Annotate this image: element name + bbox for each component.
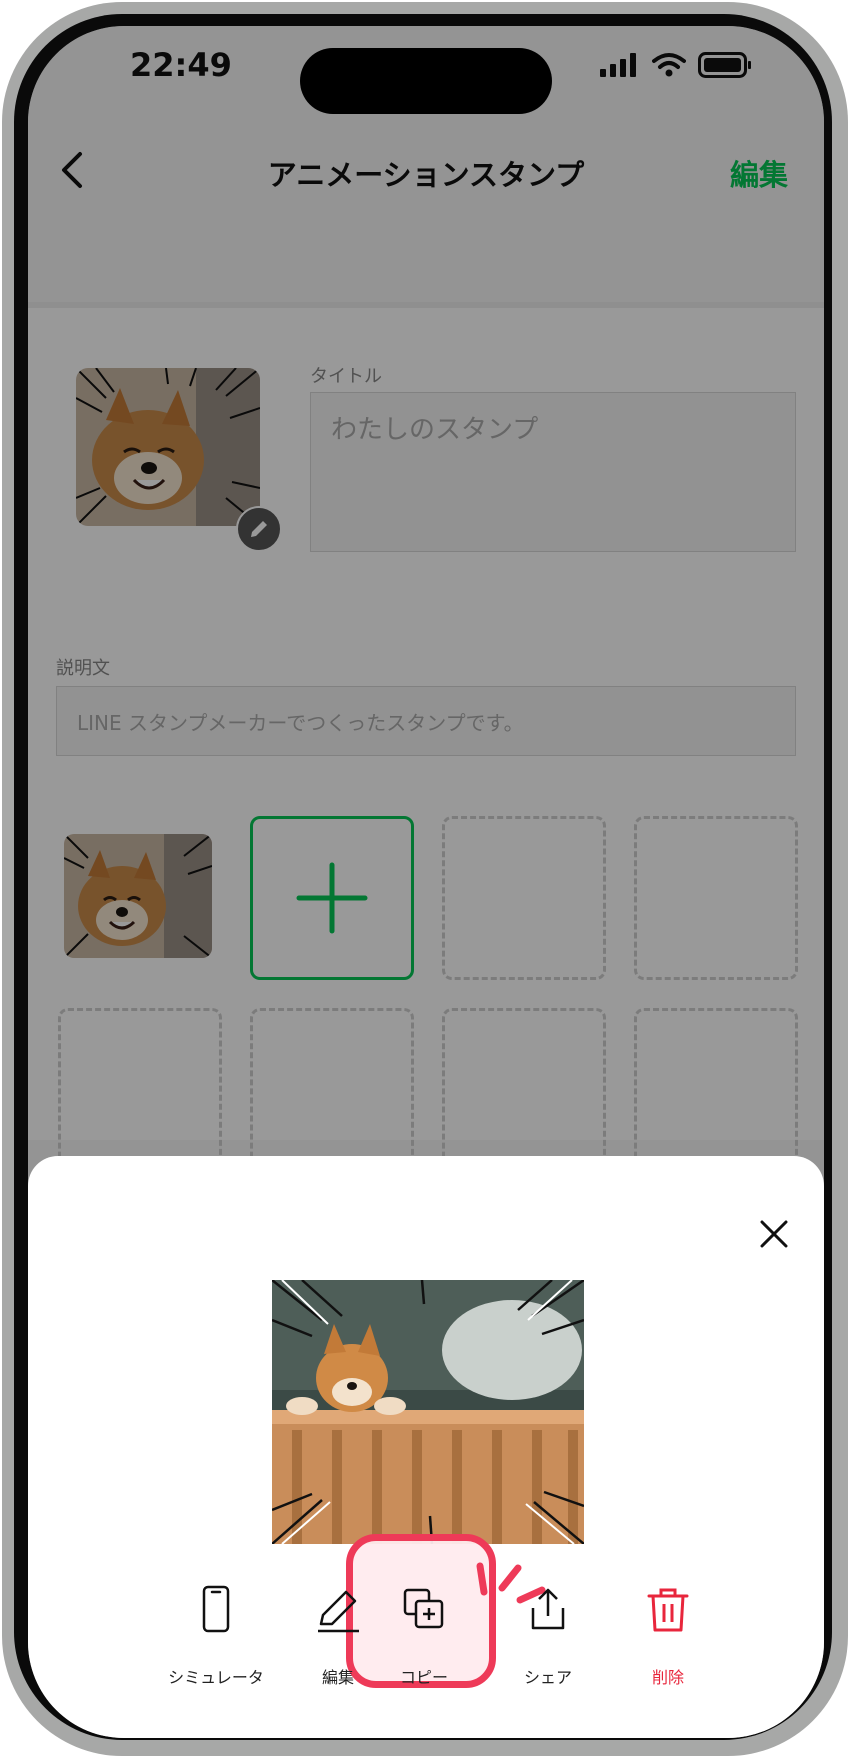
- simulator-button[interactable]: シミュレータ: [156, 1584, 276, 1694]
- action-buttons: シミュレータ 編集 コピー シェア 削除: [28, 1156, 824, 1738]
- copy-label: コピー: [399, 1668, 448, 1687]
- action-sheet: シミュレータ 編集 コピー シェア 削除: [28, 1156, 824, 1738]
- trash-icon: [647, 1588, 689, 1632]
- delete-label: 削除: [651, 1668, 684, 1687]
- share-label: シェア: [523, 1668, 572, 1687]
- copy-button[interactable]: コピー: [364, 1584, 484, 1694]
- dynamic-island: [300, 48, 552, 114]
- share-button[interactable]: シェア: [488, 1584, 608, 1694]
- simulator-label: シミュレータ: [168, 1668, 264, 1687]
- phone-icon: [202, 1585, 230, 1633]
- delete-button[interactable]: 削除: [608, 1584, 728, 1694]
- share-icon: [531, 1588, 565, 1630]
- screen: 22:49 アニメーションスタンプ 編集 タイトル わたしのスタンプ 説明文 L…: [28, 26, 824, 1738]
- pencil-icon: [318, 1590, 359, 1633]
- copy-icon: [403, 1588, 444, 1629]
